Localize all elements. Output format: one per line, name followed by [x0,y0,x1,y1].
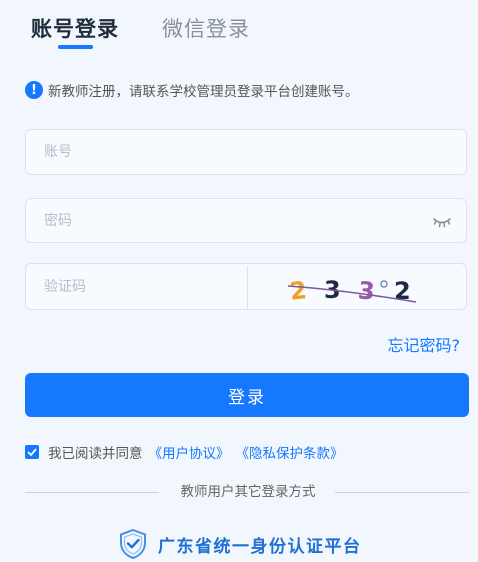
svg-text:3: 3 [357,276,376,305]
captcha-divider [247,266,248,309]
privacy-policy-link[interactable]: 《隐私保护条款》 [236,442,344,462]
registration-notice: ! 新教师注册，请联系学校管理员登录平台创建账号。 [25,80,359,100]
other-login-divider: 教师用户其它登录方式 [25,482,469,502]
password-input[interactable] [44,199,404,242]
divider-line-left [25,492,159,493]
captcha-field: 2 3 3 2 [25,263,467,310]
tab-account-login[interactable]: 账号登录 [31,14,119,44]
checkmark-icon [27,448,37,456]
svg-text:2: 2 [288,276,308,306]
login-button[interactable]: 登录 [25,373,469,417]
account-input[interactable] [44,130,404,174]
eye-closed-icon[interactable] [432,215,452,229]
active-tab-indicator [58,45,93,49]
other-login-label: 教师用户其它登录方式 [180,484,316,500]
platform-login-label: 广东省统一身份认证平台 [158,536,362,557]
user-agreement-link[interactable]: 《用户协议》 [149,442,230,462]
tab-wechat-login[interactable]: 微信登录 [162,14,250,44]
notice-text: 新教师注册，请联系学校管理员登录平台创建账号。 [48,84,359,100]
shield-check-icon [120,528,146,560]
agreement-checkbox[interactable] [25,445,39,459]
password-field [25,198,467,243]
login-tabs: 账号登录 微信登录 [0,0,478,56]
captcha-input[interactable] [44,264,234,309]
captcha-image[interactable]: 2 3 3 2 [284,272,424,306]
divider-line-right [335,492,469,493]
agreement-prefix: 我已阅读并同意 [48,446,143,462]
account-field [25,129,467,175]
forgot-password-link[interactable]: 忘记密码? [388,332,461,356]
platform-login-link[interactable]: 广东省统一身份认证平台 [117,528,362,560]
agreement-row: 我已阅读并同意 《用户协议》 《隐私保护条款》 [25,441,344,463]
exclamation-icon: ! [25,81,43,99]
